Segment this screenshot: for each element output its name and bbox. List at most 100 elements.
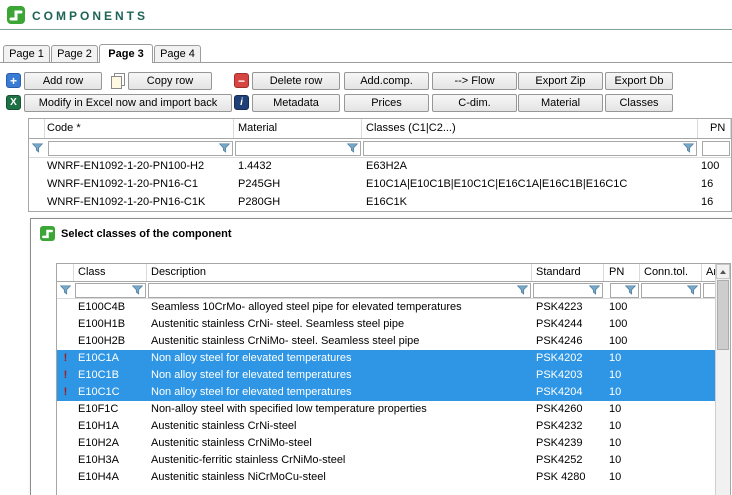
class-row-selected[interactable]: ! E10C1C Non alloy steel for elevated te… bbox=[57, 384, 730, 401]
header-indicator bbox=[29, 119, 45, 138]
cell-pn: 10 bbox=[604, 469, 640, 486]
modify-excel-button[interactable]: Modify in Excel now and import back bbox=[24, 94, 232, 112]
cell-pn: 10 bbox=[604, 435, 640, 452]
excel-icon[interactable] bbox=[6, 95, 21, 110]
cell-class: E10H2A bbox=[74, 435, 147, 452]
scroll-up-button[interactable] bbox=[716, 264, 730, 279]
column-header-conn-tol[interactable]: Conn.tol. bbox=[640, 264, 702, 281]
class-row[interactable]: E100H1B Austenitic stainless CrNi- steel… bbox=[57, 316, 730, 333]
export-db-button[interactable]: Export Db bbox=[605, 72, 673, 90]
cell-pn: 10 bbox=[604, 418, 640, 435]
filter-icon[interactable] bbox=[60, 285, 71, 295]
class-row[interactable]: E100C4B Seamless 10CrMo- alloyed steel p… bbox=[57, 299, 730, 316]
toolbar: Add row Copy row Delete row Add.comp. --… bbox=[0, 70, 732, 118]
cell-pn: 10 bbox=[604, 401, 640, 418]
cell-description: Austenitic stainless NiCrMoCu-steel bbox=[147, 469, 532, 486]
class-row-selected[interactable]: ! E10C1B Non alloy steel for elevated te… bbox=[57, 367, 730, 384]
components-grid: Code * Material Classes (C1|C2...) PN WN… bbox=[28, 118, 732, 212]
tab-page-1[interactable]: Page 1 bbox=[3, 45, 50, 62]
pn-filter-input[interactable] bbox=[702, 141, 730, 156]
cell-material: P245GH bbox=[234, 176, 362, 194]
material-button[interactable]: Material bbox=[518, 94, 603, 112]
export-zip-button[interactable]: Export Zip bbox=[518, 72, 603, 90]
filter-icon[interactable] bbox=[625, 285, 636, 295]
conn-tol-filter-input[interactable] bbox=[641, 283, 701, 298]
component-row[interactable]: WNRF-EN1092-1-20-PN16-C1K P280GH E16C1K … bbox=[29, 194, 731, 212]
component-row[interactable]: WNRF-EN1092-1-20-PN16-C1 P245GH E10C1A|E… bbox=[29, 176, 731, 194]
filter-icon[interactable] bbox=[219, 143, 230, 153]
class-row[interactable]: E10H4A Austenitic stainless NiCrMoCu-ste… bbox=[57, 469, 730, 486]
cell-description: Non alloy steel for elevated temperature… bbox=[147, 350, 532, 367]
column-header-standard[interactable]: Standard bbox=[532, 264, 604, 281]
cell-conn-tol bbox=[640, 316, 702, 333]
filter-row bbox=[29, 139, 731, 158]
cell-description: Austenitic-ferritic stainless CrNiMo-ste… bbox=[147, 452, 532, 469]
tab-page-3[interactable]: Page 3 bbox=[99, 44, 153, 63]
filter-icon[interactable] bbox=[517, 285, 528, 295]
column-header-code[interactable]: Code * bbox=[45, 119, 234, 138]
material-filter-input[interactable] bbox=[235, 141, 361, 156]
cell-description: Austenitic stainless CrNiMo-steel bbox=[147, 435, 532, 452]
description-filter-input[interactable] bbox=[148, 283, 531, 298]
filter-icon[interactable] bbox=[589, 285, 600, 295]
row-indicator bbox=[29, 158, 45, 176]
class-row[interactable]: E10F1C Non-alloy steel with specified lo… bbox=[57, 401, 730, 418]
copy-icon[interactable] bbox=[110, 73, 125, 88]
add-icon[interactable] bbox=[6, 73, 21, 88]
cell-class: E10C1A bbox=[74, 350, 147, 367]
class-row[interactable]: E10H3A Austenitic-ferritic stainless CrN… bbox=[57, 452, 730, 469]
cell-class: E10C1B bbox=[74, 367, 147, 384]
row-indicator: ! bbox=[57, 367, 74, 384]
class-row[interactable]: E10H1A Austenitic stainless CrNi-steel P… bbox=[57, 418, 730, 435]
cell-class: E10H3A bbox=[74, 452, 147, 469]
dialog-grid-scrollbar[interactable] bbox=[715, 264, 730, 495]
copy-row-button[interactable]: Copy row bbox=[128, 72, 212, 90]
cell-description: Seamless 10CrMo- alloyed steel pipe for … bbox=[147, 299, 532, 316]
tab-page-4[interactable]: Page 4 bbox=[154, 45, 201, 62]
cell-class: E10H1A bbox=[74, 418, 147, 435]
cell-conn-tol bbox=[640, 384, 702, 401]
filter-icon[interactable] bbox=[132, 285, 143, 295]
cell-classes: E63H2A bbox=[362, 158, 698, 176]
delete-row-button[interactable]: Delete row bbox=[252, 72, 340, 90]
column-header-classes[interactable]: Classes (C1|C2...) bbox=[362, 119, 698, 138]
code-filter-input[interactable] bbox=[48, 141, 233, 156]
filter-icon[interactable] bbox=[687, 285, 698, 295]
metadata-icon[interactable] bbox=[234, 95, 249, 110]
cell-standard: PSK4203 bbox=[532, 367, 604, 384]
component-row[interactable]: WNRF-EN1092-1-20-PN100-H2 1.4432 E63H2A … bbox=[29, 158, 731, 176]
flow-button[interactable]: --> Flow bbox=[432, 72, 517, 90]
classes-filter-input[interactable] bbox=[363, 141, 697, 156]
filter-icon[interactable] bbox=[32, 143, 43, 153]
add-comp-button[interactable]: Add.comp. bbox=[344, 72, 429, 90]
scrollbar-thumb[interactable] bbox=[717, 280, 729, 350]
column-header-pn[interactable]: PN bbox=[698, 119, 731, 138]
row-indicator bbox=[57, 418, 74, 435]
prices-button[interactable]: Prices bbox=[344, 94, 429, 112]
column-header-class[interactable]: Class bbox=[74, 264, 147, 281]
classes-button[interactable]: Classes bbox=[605, 94, 673, 112]
dialog-logo-icon bbox=[40, 226, 55, 241]
cell-code: WNRF-EN1092-1-20-PN100-H2 bbox=[45, 158, 234, 176]
delete-icon[interactable] bbox=[234, 73, 249, 88]
cell-pn: 16 bbox=[698, 176, 731, 194]
metadata-button[interactable]: Metadata bbox=[252, 94, 340, 112]
class-filter-input[interactable] bbox=[75, 283, 146, 298]
pn-filter-input[interactable] bbox=[610, 283, 639, 298]
filter-icon[interactable] bbox=[347, 143, 358, 153]
class-row[interactable]: E10H2A Austenitic stainless CrNiMo-steel… bbox=[57, 435, 730, 452]
grid-header-row: Class Description Standard PN Conn.tol. … bbox=[57, 264, 730, 282]
tab-page-2[interactable]: Page 2 bbox=[51, 45, 98, 62]
class-row-selected[interactable]: ! E10C1A Non alloy steel for elevated te… bbox=[57, 350, 730, 367]
filter-icon[interactable] bbox=[683, 143, 694, 153]
standard-filter-input[interactable] bbox=[533, 283, 603, 298]
add-row-button[interactable]: Add row bbox=[24, 72, 102, 90]
cell-standard: PSK4239 bbox=[532, 435, 604, 452]
column-header-description[interactable]: Description bbox=[147, 264, 532, 281]
column-header-material[interactable]: Material bbox=[234, 119, 362, 138]
class-row[interactable]: E100H2B Austenitic stainless CrNiMo- ste… bbox=[57, 333, 730, 350]
c-dim-button[interactable]: C-dim. bbox=[432, 94, 517, 112]
row-indicator bbox=[29, 176, 45, 194]
classes-grid: Class Description Standard PN Conn.tol. … bbox=[56, 263, 731, 495]
column-header-pn[interactable]: PN bbox=[604, 264, 640, 281]
